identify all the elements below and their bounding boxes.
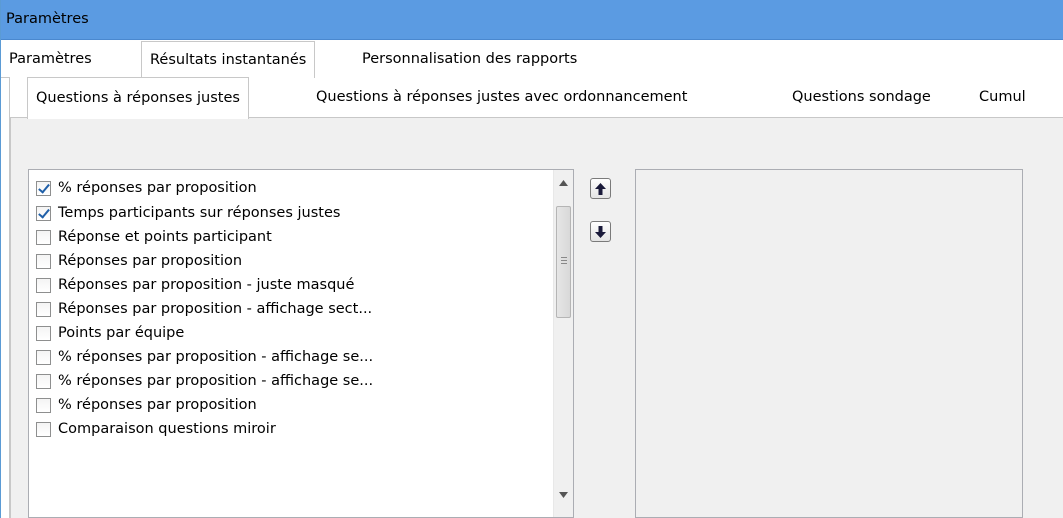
subtab-cumul[interactable]: Cumul (971, 77, 1034, 118)
list-item[interactable]: Temps participants sur réponses justes (36, 201, 340, 225)
tab-parametres[interactable]: Paramètres (1, 41, 100, 77)
list-item[interactable]: Comparaison questions miroir (36, 417, 276, 441)
checkbox[interactable] (36, 325, 51, 341)
tab-personnalisation-rapports[interactable]: Personnalisation des rapports (354, 41, 585, 77)
move-up-button[interactable] (590, 178, 611, 199)
list-item-label: Comparaison questions miroir (58, 421, 276, 437)
subtab-label: Questions à réponses justes avec ordonna… (316, 89, 688, 105)
checkbox[interactable] (36, 277, 51, 293)
list-item-label: % réponses par proposition - affichage s… (58, 373, 374, 389)
checkbox[interactable] (36, 421, 51, 437)
list-item-label: Réponse et points participant (58, 229, 272, 245)
subtab-questions-ordonnancement[interactable]: Questions à réponses justes avec ordonna… (308, 77, 695, 118)
window-title: Paramètres (6, 11, 89, 27)
list-item-label: Temps participants sur réponses justes (58, 205, 341, 221)
tab-label: Résultats instantanés (150, 52, 307, 68)
subtab-questions-reponses-justes[interactable]: Questions à réponses justes (27, 77, 249, 119)
checkbox[interactable] (36, 229, 51, 245)
subtab-label: Cumul (979, 89, 1026, 105)
checkbox[interactable] (36, 205, 51, 221)
scroll-thumb[interactable] (556, 206, 571, 318)
list-item[interactable]: % réponses par proposition (36, 393, 257, 417)
list-item[interactable]: Réponse et points participant (36, 225, 272, 249)
title-bar: Paramètres (1, 0, 1063, 40)
report-checklist[interactable]: % réponses par proposition Temps partici… (28, 169, 574, 518)
checkbox[interactable] (36, 349, 51, 365)
checkbox[interactable] (36, 301, 51, 317)
list-item[interactable]: Réponses par proposition - juste masqué (36, 273, 354, 297)
subtab-label: Questions sondage (792, 89, 931, 105)
checkbox[interactable] (36, 373, 51, 389)
arrow-up-icon (595, 182, 606, 195)
list-item[interactable]: Réponses par proposition (36, 249, 242, 273)
list-item[interactable]: % réponses par proposition - affichage s… (36, 345, 373, 369)
list-item-label: Réponses par proposition - juste masqué (58, 277, 355, 293)
tab-label: Paramètres (9, 51, 92, 67)
list-item-label: Points par équipe (58, 325, 185, 341)
list-item-label: % réponses par proposition - affichage s… (58, 349, 374, 365)
list-item-label: % réponses par proposition (58, 397, 257, 413)
preview-panel (635, 169, 1023, 518)
list-item-label: Réponses par proposition (58, 253, 243, 269)
list-item[interactable]: Points par équipe (36, 321, 184, 345)
tab-label: Personnalisation des rapports (362, 51, 578, 67)
settings-window: Paramètres Paramètres Résultats instanta… (0, 0, 1063, 518)
list-item[interactable]: Réponses par proposition - affichage sec… (36, 297, 372, 321)
vertical-scrollbar[interactable] (553, 170, 573, 517)
list-item[interactable]: % réponses par proposition - affichage s… (36, 369, 373, 393)
move-down-button[interactable] (590, 221, 611, 242)
subtab-label: Questions à réponses justes (36, 90, 240, 106)
checkbox[interactable] (36, 253, 51, 269)
list-item-label: % réponses par proposition (58, 180, 257, 196)
checkbox[interactable] (36, 397, 51, 413)
list-item[interactable]: % réponses par proposition (36, 176, 257, 200)
grip-icon (561, 257, 567, 266)
tab-resultats-instantanes[interactable]: Résultats instantanés (141, 41, 316, 78)
subtab-questions-sondage[interactable]: Questions sondage (784, 77, 939, 118)
checkbox[interactable] (36, 180, 51, 196)
triangle-down-icon[interactable] (554, 485, 573, 505)
arrow-down-icon (595, 225, 606, 238)
triangle-up-icon[interactable] (554, 173, 573, 193)
list-item-label: Réponses par proposition - affichage sec… (58, 301, 373, 317)
